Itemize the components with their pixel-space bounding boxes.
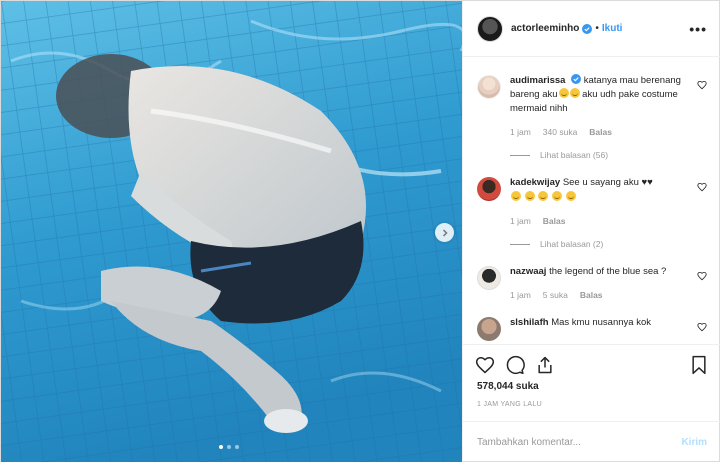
carousel-indicator: [219, 445, 239, 449]
share-icon[interactable]: [535, 355, 555, 375]
post-actions: [463, 344, 720, 375]
avatar[interactable]: [477, 75, 501, 99]
kissing-face-emoji-icon: [551, 191, 562, 201]
kissing-face-emoji-icon: [565, 191, 576, 201]
bookmark-icon[interactable]: [689, 355, 709, 375]
kissing-face-emoji-icon: [511, 191, 521, 201]
emoji-row: [510, 191, 689, 205]
verified-badge-icon: [571, 74, 582, 84]
carousel-dot: [235, 445, 239, 449]
more-options-button[interactable]: •••: [689, 21, 707, 37]
like-heart-icon[interactable]: [475, 355, 495, 375]
post-sidebar: actorleeminho • Ikuti ••• audimarissa ka…: [462, 1, 720, 462]
comment-username[interactable]: slshilafh: [510, 317, 549, 328]
view-replies-button[interactable]: Lihat balasan (2): [510, 237, 689, 251]
kissing-face-emoji-icon: [524, 191, 535, 201]
comment-text: Mas kmu nusannya kok: [551, 317, 651, 328]
divider: [510, 243, 530, 245]
chevron-right-icon: [442, 228, 448, 237]
separator: •: [595, 23, 599, 34]
kissing-face-emoji-icon: [538, 191, 549, 201]
reply-button[interactable]: Balas: [543, 214, 566, 228]
crying-face-emoji-icon: [569, 88, 580, 98]
comment-text: See u sayang aku ♥♥: [562, 177, 653, 188]
post-header: actorleeminho • Ikuti •••: [463, 1, 720, 57]
crying-face-emoji-icon: [558, 88, 569, 98]
avatar[interactable]: [477, 15, 503, 42]
next-slide-button[interactable]: [435, 223, 454, 242]
like-comment-heart-icon[interactable]: [697, 322, 707, 332]
post-comment-button[interactable]: Kirim: [681, 437, 707, 448]
view-replies-label: Lihat balasan (56): [540, 150, 609, 160]
avatar[interactable]: [477, 266, 501, 290]
carousel-dot: [227, 445, 231, 449]
like-comment-heart-icon[interactable]: [697, 80, 707, 90]
comment-username[interactable]: audimarissa: [510, 75, 565, 86]
comment-item: slshilafh Mas kmu nusannya kok: [477, 316, 707, 341]
comment-text: the legend of the blue sea ?: [549, 266, 667, 277]
add-comment-bar: Kirim: [463, 421, 720, 462]
view-replies-label: Lihat balasan (2): [540, 239, 604, 249]
avatar[interactable]: [477, 317, 501, 341]
comment-username[interactable]: kadekwijay: [510, 177, 560, 188]
follow-button[interactable]: Ikuti: [602, 23, 623, 34]
like-comment-heart-icon[interactable]: [697, 271, 707, 281]
divider: [510, 154, 530, 156]
comment-likes[interactable]: 340 suka: [543, 125, 578, 139]
comment-item: nazwaaj the legend of the blue sea ? 1 j…: [477, 265, 707, 302]
comment-item: audimarissa katanya mau berenang bareng …: [477, 74, 707, 162]
comment-meta: 1 jam 5 suka Balas: [510, 288, 689, 302]
comment-input[interactable]: [477, 437, 682, 448]
comment-time: 1 jam: [510, 216, 531, 226]
comment-item: kadekwijay See u sayang aku ♥♥ 1 jam Bal…: [477, 176, 707, 251]
view-replies-button[interactable]: Lihat balasan (56): [510, 148, 689, 162]
avatar[interactable]: [477, 177, 501, 201]
likes-count[interactable]: 578,044 suka: [477, 381, 539, 392]
comment-time: 1 jam: [510, 290, 531, 300]
comments-list[interactable]: audimarissa katanya mau berenang bareng …: [463, 58, 720, 344]
comment-meta: 1 jam 340 suka Balas: [510, 125, 689, 139]
post-timestamp: 1 JAM YANG LALU: [477, 401, 542, 408]
verified-badge-icon: [582, 23, 593, 34]
carousel-dot: [219, 445, 223, 449]
instagram-post: actorleeminho • Ikuti ••• audimarissa ka…: [0, 0, 720, 462]
like-comment-heart-icon[interactable]: [697, 182, 707, 192]
reply-button[interactable]: Balas: [589, 125, 612, 139]
comment-meta: 1 jam Balas: [510, 214, 689, 228]
username[interactable]: actorleeminho: [511, 23, 579, 34]
comment-bubble-icon[interactable]: [505, 355, 525, 375]
reply-button[interactable]: Balas: [580, 288, 603, 302]
post-photo[interactable]: [1, 1, 462, 462]
comment-username[interactable]: nazwaaj: [510, 266, 546, 277]
pool-photo-image: [1, 1, 462, 462]
comment-likes[interactable]: 5 suka: [543, 288, 568, 302]
comment-time: 1 jam: [510, 127, 531, 137]
